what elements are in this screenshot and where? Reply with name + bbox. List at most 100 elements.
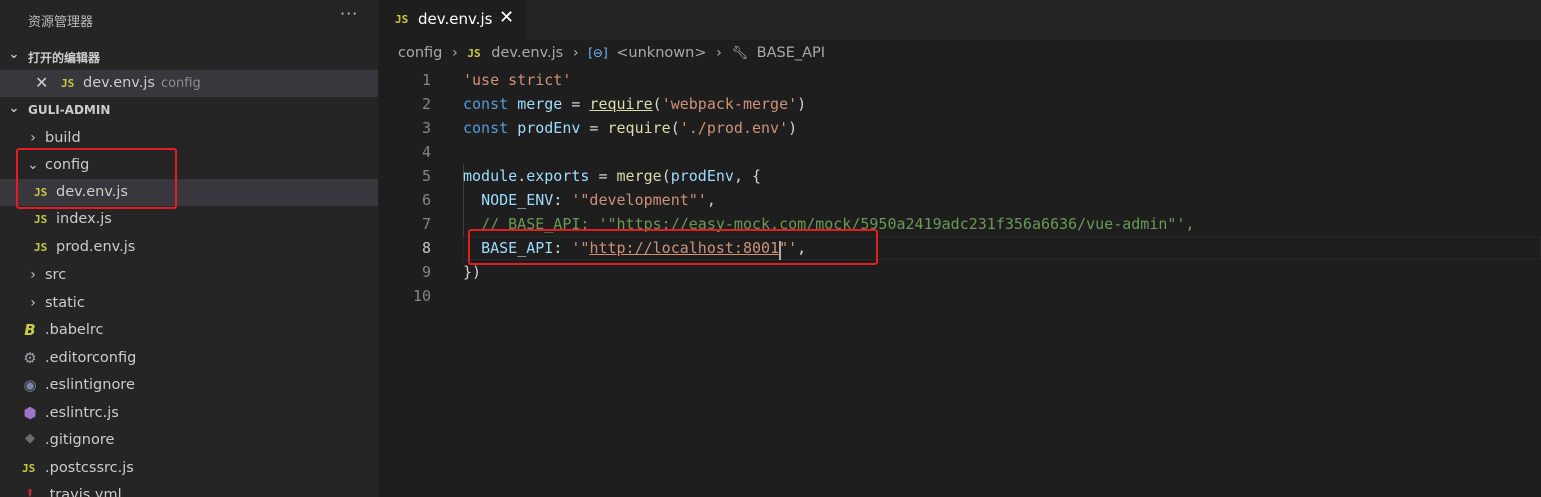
code-token: './prod.env' [679, 119, 789, 137]
code-token: '"development"' [571, 191, 707, 209]
babel-icon: B [24, 321, 36, 339]
tree-item-label: .postcssrc.js [45, 460, 134, 476]
tree-item-eslintrc[interactable]: ⬢ .eslintrc.js [0, 400, 378, 427]
wrench-icon: 🔧︎ [731, 45, 749, 61]
code-line[interactable]: 5 module.exports = merge(prodEnv, { [378, 164, 1541, 188]
code-token: ( [670, 119, 680, 137]
js-file-icon: JS [22, 462, 36, 475]
code-token: prodEnv [517, 119, 581, 137]
line-number: 3 [421, 119, 431, 137]
tree-item-static[interactable]: › static [0, 290, 378, 317]
chevron-right-icon: › [451, 45, 458, 61]
code-token: require [607, 119, 671, 137]
tree-item-label: index.js [56, 211, 112, 227]
chevron-right-icon: › [30, 130, 36, 146]
code-token: merge [616, 167, 662, 185]
code-token: = [589, 167, 617, 185]
js-file-icon: JS [61, 77, 75, 90]
tree-item-postcssrc[interactable]: JS .postcssrc.js [0, 455, 378, 482]
code-token: : [553, 191, 572, 209]
close-icon[interactable]: ✕ [35, 73, 48, 92]
breadcrumb-folder[interactable]: config [398, 45, 442, 61]
line-number: 2 [421, 95, 431, 113]
line-content: 'use strict' [463, 68, 571, 92]
code-line[interactable]: 1 'use strict' [378, 68, 1541, 92]
js-file-icon: JS [467, 46, 481, 60]
tree-item-eslintignore[interactable]: ◉ .eslintignore [0, 372, 378, 399]
chevron-down-icon: ⌄ [8, 47, 20, 62]
tab-bar: JS dev.env.js ✕ [378, 0, 1541, 40]
project-label: GULI-ADMIN [28, 103, 111, 117]
explorer-title: 资源管理器 [28, 15, 94, 30]
tree-item-prod-env[interactable]: JS prod.env.js [0, 234, 378, 261]
breadcrumb-property[interactable]: BASE_API [757, 45, 825, 61]
tree-item-index[interactable]: JS index.js [0, 206, 378, 233]
code-line[interactable]: 3 const prodEnv = require('./prod.env') [378, 116, 1541, 140]
code-token: module [463, 167, 518, 185]
highlight-box [468, 229, 878, 265]
code-line[interactable]: 4 [378, 140, 1541, 164]
tree-item-src[interactable]: › src [0, 262, 378, 289]
line-number: 6 [421, 191, 431, 209]
code-token: ) [788, 119, 798, 137]
line-content: const prodEnv = require('./prod.env') [463, 116, 797, 140]
line-number: 7 [421, 215, 431, 233]
line-content: NODE_ENV: '"development"', [463, 188, 716, 212]
chevron-right-icon: › [572, 45, 579, 61]
tree-item-label: .editorconfig [45, 350, 137, 366]
code-token: = [562, 95, 590, 113]
code-token: prodEnv [670, 167, 734, 185]
js-file-icon: JS [34, 213, 48, 226]
tree-item-label: static [45, 295, 85, 311]
circle-icon: ◉ [23, 376, 37, 394]
git-icon: ◆ [25, 431, 35, 446]
chevron-right-icon: › [30, 295, 36, 311]
code-line[interactable]: 6 NODE_ENV: '"development"', [378, 188, 1541, 212]
eslint-icon: ⬢ [23, 404, 37, 422]
tab-label: dev.env.js [418, 10, 493, 28]
tree-item-label: src [45, 267, 67, 283]
line-number: 5 [421, 167, 431, 185]
js-file-icon: JS [34, 241, 48, 254]
close-icon[interactable]: ✕ [499, 7, 514, 28]
code-line[interactable]: 10 [378, 284, 1541, 308]
breadcrumb-symbol[interactable]: <unknown> [616, 45, 706, 61]
line-content: module.exports = merge(prodEnv, { [463, 164, 761, 188]
code-token: . [517, 167, 527, 185]
tree-item-label: .eslintrc.js [45, 405, 119, 421]
code-line[interactable]: 2 const merge = require('webpack-merge') [378, 92, 1541, 116]
code-token: exports [526, 167, 590, 185]
tree-item-babelrc[interactable]: B .babelrc [0, 317, 378, 344]
tree-item-travis[interactable]: ! .travis.yml [0, 482, 378, 497]
ellipsis-icon[interactable]: ··· [340, 4, 358, 23]
tree-item-label: .eslintignore [45, 377, 135, 393]
line-number: 1 [421, 71, 431, 89]
code-token: , { [733, 167, 762, 185]
gear-icon: ⚙ [23, 349, 37, 367]
open-editor-label: dev.env.js [83, 75, 155, 91]
highlight-box [16, 148, 177, 209]
open-editor-item[interactable]: ✕ JS dev.env.js config [0, 70, 378, 97]
code-token: ) [797, 95, 807, 113]
tree-item-label: .gitignore [45, 432, 115, 448]
line-number: 10 [412, 287, 431, 305]
breadcrumb: config › JS dev.env.js › [⊖] <unknown> ›… [398, 45, 825, 67]
project-header[interactable]: ⌄ GULI-ADMIN [0, 99, 378, 121]
code-editor[interactable]: 1'use strict' 2 const merge = require('web… [378, 68, 1541, 497]
code-token: 'webpack-merge' [661, 95, 798, 113]
code-token: ( [661, 167, 671, 185]
tree-item-editorconfig[interactable]: ⚙ .editorconfig [0, 345, 378, 372]
code-token: NODE_ENV [481, 191, 554, 209]
open-editors-header[interactable]: ⌄ 打开的编辑器 [0, 45, 378, 67]
tab-dev-env[interactable]: JS dev.env.js ✕ [378, 0, 527, 40]
explorer-sidebar: 资源管理器 ··· ⌄ 打开的编辑器 ✕ JS dev.env.js config… [0, 0, 378, 497]
tree-item-label: build [45, 130, 81, 146]
open-editors-label: 打开的编辑器 [28, 51, 101, 65]
breadcrumb-file[interactable]: dev.env.js [491, 45, 563, 61]
code-token: merge [517, 95, 563, 113]
code-token: const [463, 119, 518, 137]
chevron-right-icon: › [30, 267, 36, 283]
tree-item-gitignore[interactable]: ◆ .gitignore [0, 427, 378, 454]
line-number: 8 [421, 239, 431, 257]
code-token: }) [463, 263, 482, 281]
